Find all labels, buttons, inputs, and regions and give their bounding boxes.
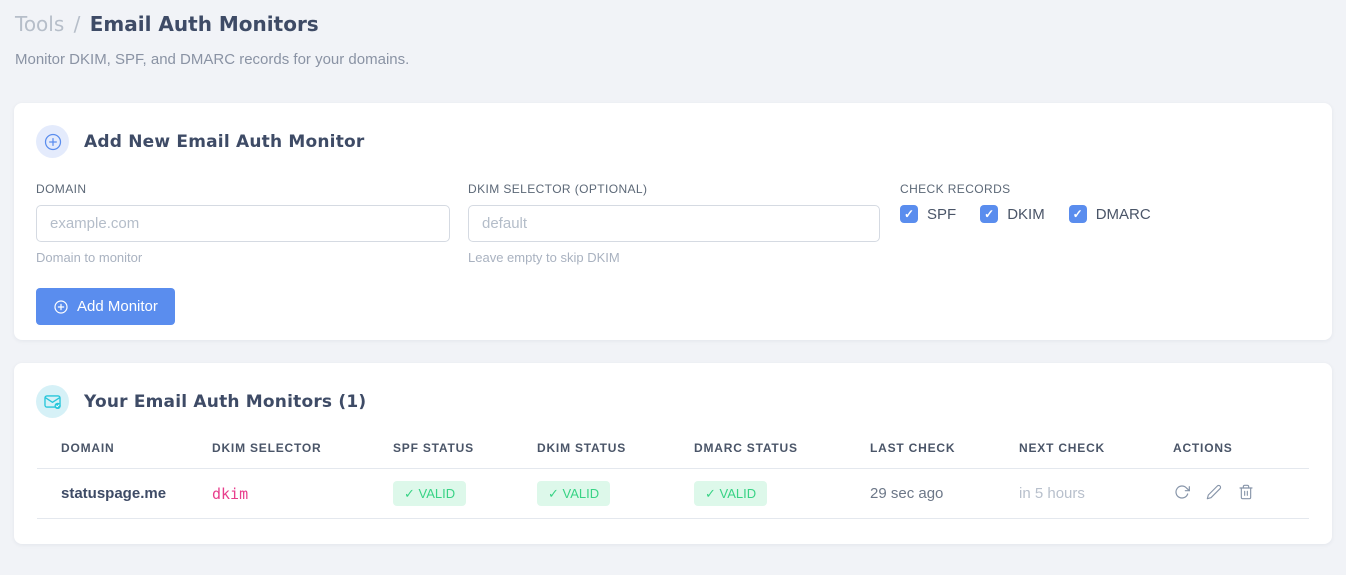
add-monitor-card: Add New Email Auth Monitor DOMAIN Domain… [14,103,1332,340]
check-records-group: CHECK RECORDS SPF DKIM DMARC [900,182,1151,265]
check-records-label: CHECK RECORDS [900,182,1011,196]
mail-check-icon [36,385,69,418]
add-monitor-button-label: Add Monitor [77,298,158,315]
monitors-table: DOMAIN DKIM SELECTOR SPF STATUS DKIM STA… [37,441,1309,519]
spf-checkbox-label: SPF [927,205,957,223]
domain-field-group: DOMAIN Domain to monitor [36,182,450,265]
breadcrumb-separator: / [73,12,81,36]
monitor-dkim-selector: dkim [212,468,393,519]
dkim-checkbox-label: DKIM [1007,205,1045,223]
column-header-dkim-selector: DKIM SELECTOR [212,441,393,469]
plus-circle-icon [36,125,69,158]
dkim-checkbox[interactable] [980,205,999,223]
breadcrumb: Tools / Email Auth Monitors [15,10,1332,38]
edit-pencil-icon[interactable] [1205,483,1222,500]
dkim-status-badge: ✓ VALID [537,481,611,506]
dkim-checkbox-item[interactable]: DKIM [980,205,1045,223]
column-header-last-check: LAST CHECK [870,441,1019,469]
monitor-domain: statuspage.me [37,468,212,519]
add-monitor-card-header: Add New Email Auth Monitor [36,125,1310,158]
monitor-last-check: 29 sec ago [870,468,1019,519]
monitors-title: Your Email Auth Monitors (1) [84,391,367,412]
check-records-options: SPF DKIM DMARC [900,205,1151,223]
monitors-card: Your Email Auth Monitors (1) DOMAIN DKIM… [14,363,1332,544]
page-header: Tools / Email Auth Monitors Monitor DKIM… [14,10,1332,68]
dkim-selector-input[interactable] [468,205,880,242]
breadcrumb-tools-link[interactable]: Tools [15,12,64,36]
column-header-spf-status: SPF STATUS [393,441,537,469]
page-subtitle: Monitor DKIM, SPF, and DMARC records for… [15,51,410,68]
domain-label: DOMAIN [36,182,87,196]
domain-input[interactable] [36,205,450,242]
spf-checkbox[interactable] [900,205,918,223]
dmarc-checkbox-item[interactable]: DMARC [1068,205,1151,223]
dmarc-checkbox[interactable] [1068,205,1087,223]
refresh-icon[interactable] [1173,483,1190,500]
table-header-row: DOMAIN DKIM SELECTOR SPF STATUS DKIM STA… [37,441,1309,469]
page: Tools / Email Auth Monitors Monitor DKIM… [0,0,1346,544]
spf-status-badge: ✓ VALID [393,481,467,506]
add-monitor-button[interactable]: Add Monitor [36,288,175,325]
plus-circle-icon [53,299,69,315]
dkim-selector-hint: Leave empty to skip DKIM [468,250,620,265]
add-monitor-form: DOMAIN Domain to monitor DKIM SELECTOR (… [36,182,1310,265]
spf-checkbox-item[interactable]: SPF [900,205,956,223]
column-header-next-check: NEXT CHECK [1019,441,1173,469]
dkim-selector-field-group: DKIM SELECTOR (OPTIONAL) Leave empty to … [468,182,880,265]
monitor-next-check: in 5 hours [1019,468,1173,519]
monitor-actions [1173,468,1309,519]
monitors-card-header: Your Email Auth Monitors (1) [36,385,1310,418]
table-row: statuspage.me dkim ✓ VALID ✓ VALID ✓ VAL… [37,468,1309,519]
dmarc-checkbox-label: DMARC [1095,205,1151,223]
add-monitor-title: Add New Email Auth Monitor [84,131,365,152]
trash-icon[interactable] [1237,483,1254,500]
column-header-dkim-status: DKIM STATUS [537,441,694,469]
column-header-domain: DOMAIN [37,441,212,469]
column-header-dmarc-status: DMARC STATUS [694,441,870,469]
domain-hint: Domain to monitor [36,250,143,265]
column-header-actions: ACTIONS [1173,441,1309,469]
dmarc-status-badge: ✓ VALID [694,481,768,506]
dkim-selector-label: DKIM SELECTOR (OPTIONAL) [468,182,648,196]
page-title: Email Auth Monitors [89,12,319,36]
